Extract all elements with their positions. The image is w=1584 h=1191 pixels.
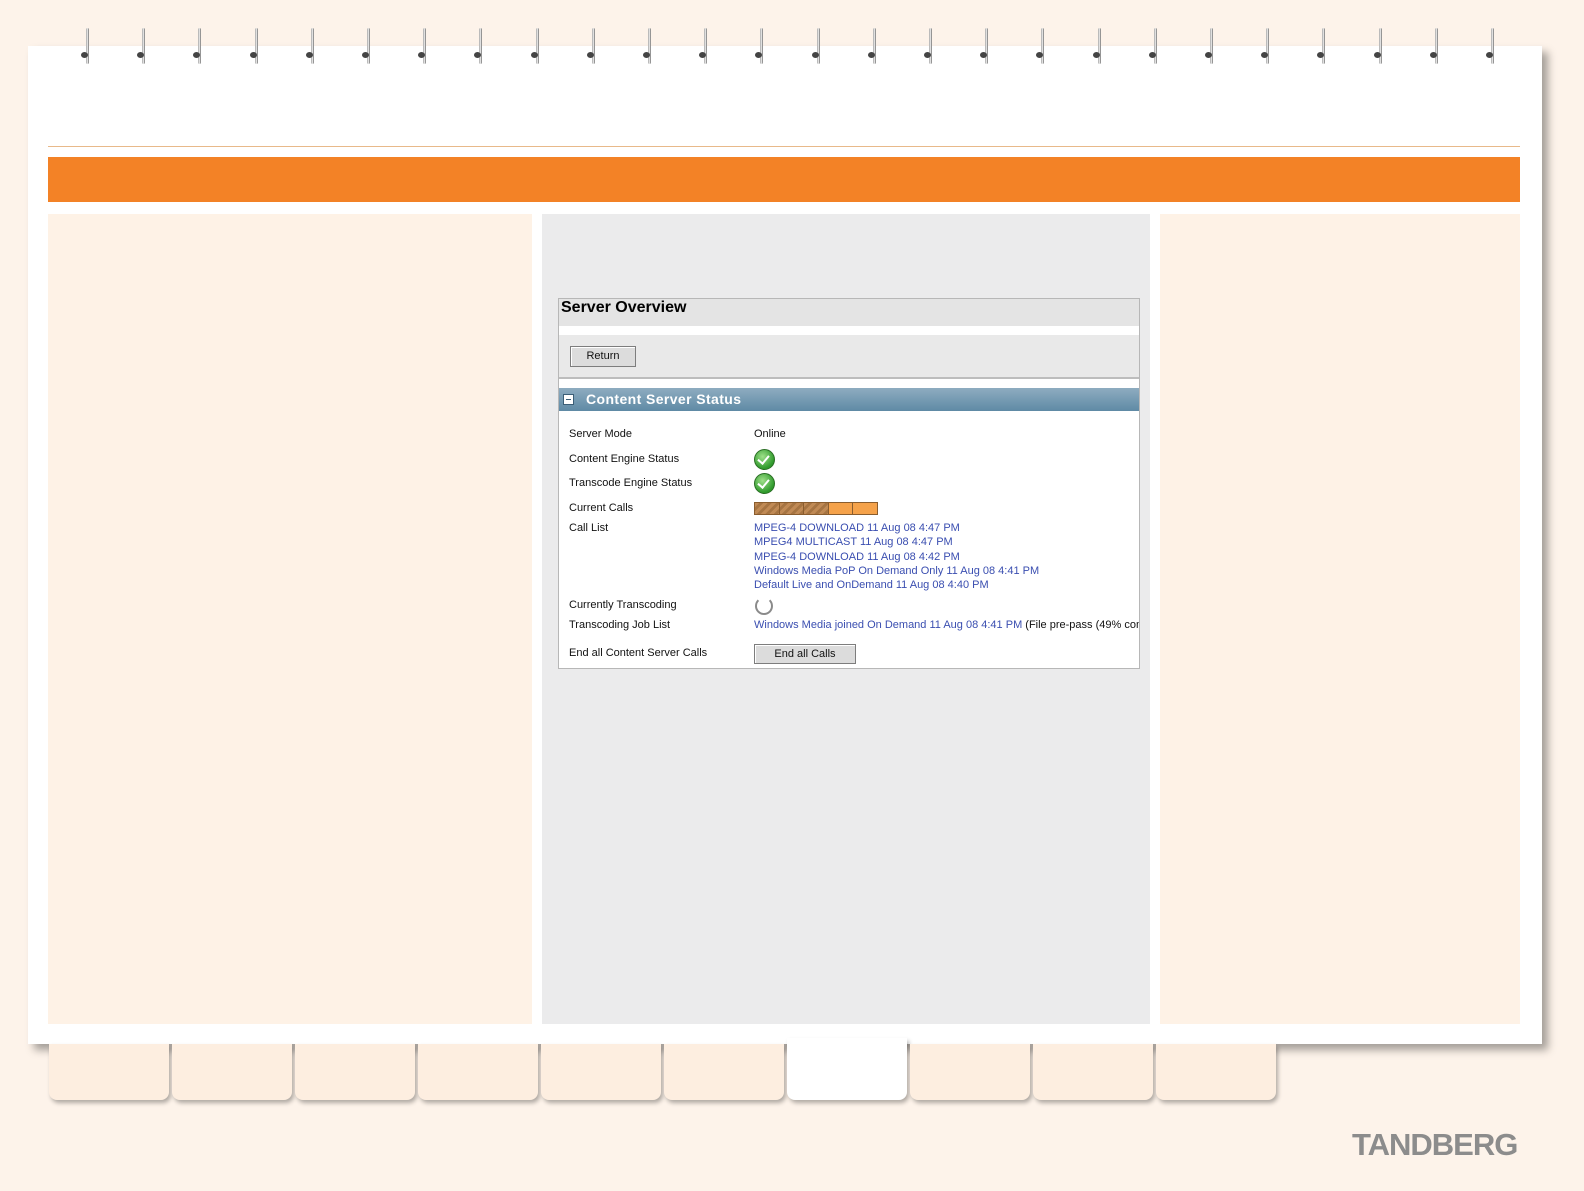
transcoding-job-link[interactable]: Windows Media joined On Demand 11 Aug 08… [754, 619, 1022, 631]
section-tab[interactable] [1156, 1044, 1276, 1100]
brand-logo: TANDBERG [1352, 1127, 1518, 1162]
section-tab[interactable] [541, 1044, 661, 1100]
binding-ring [418, 28, 429, 68]
binding-ring [699, 28, 710, 68]
binding-ring [643, 28, 654, 68]
binding-ring [305, 28, 317, 68]
current-calls-label: Current Calls [569, 502, 634, 514]
section-tab[interactable] [664, 1044, 784, 1100]
binding-ring [81, 28, 92, 68]
section-tab[interactable] [910, 1044, 1030, 1100]
left-column [48, 214, 532, 1024]
return-button[interactable]: Return [570, 346, 636, 367]
binding-ring [137, 28, 148, 68]
server-mode-value: Online [754, 428, 786, 440]
binding-ring [1148, 28, 1160, 68]
transcoding-job: Windows Media joined On Demand 11 Aug 08… [754, 619, 1140, 631]
section-tab[interactable] [418, 1044, 538, 1100]
currently-transcoding-label: Currently Transcoding [569, 599, 677, 611]
check-icon [754, 449, 775, 470]
right-column [1160, 214, 1520, 1024]
binding-ring [193, 28, 204, 68]
binding-ring [867, 28, 879, 68]
calls-meter-segment [828, 503, 854, 514]
section-tab[interactable] [49, 1044, 169, 1100]
binding-ring [586, 28, 598, 68]
binding-ring [1486, 28, 1497, 68]
binding-ring [811, 28, 823, 68]
content-engine-label: Content Engine Status [569, 453, 680, 465]
call-list-label: Call List [569, 522, 609, 534]
binding-ring [980, 28, 991, 68]
binding-ring [924, 28, 935, 68]
binding-ring [1429, 28, 1441, 68]
calls-meter-segment [804, 503, 829, 514]
page-title: Server Overview [559, 299, 1139, 326]
binding-ring [1205, 28, 1216, 68]
binding-ring [1373, 28, 1385, 68]
call-list-item[interactable]: MPEG-4 DOWNLOAD 11 Aug 08 4:47 PM [754, 522, 960, 534]
header-divider [48, 146, 1520, 147]
call-list-item[interactable]: MPEG-4 DOWNLOAD 11 Aug 08 4:42 PM [754, 551, 960, 563]
call-list-item[interactable]: MPEG4 MULTICAST 11 Aug 08 4:47 PM [754, 536, 953, 548]
binding-ring [249, 28, 261, 68]
call-list-item[interactable]: Windows Media PoP On Demand Only 11 Aug … [754, 565, 1039, 577]
binding-ring [1317, 28, 1328, 68]
binding-ring [474, 28, 485, 68]
server-overview-panel: Server Overview Return Content Server St… [558, 298, 1140, 669]
calls-meter-segment [755, 503, 780, 514]
section-tab[interactable] [172, 1044, 292, 1100]
orange-title-bar [48, 157, 1520, 202]
collapse-icon[interactable] [563, 394, 574, 405]
end-all-label: End all Content Server Calls [569, 647, 708, 659]
call-list-item[interactable]: Default Live and OnDemand 11 Aug 08 4:40… [754, 579, 989, 591]
binding-ring [1036, 28, 1047, 68]
section-tab[interactable] [787, 1038, 907, 1100]
section-header[interactable]: Content Server Status [559, 388, 1139, 411]
check-icon [754, 473, 775, 494]
binding-ring [1092, 28, 1104, 68]
calls-meter-segment [779, 503, 805, 514]
spinner-icon [755, 597, 773, 615]
transcoding-job-status: (File pre-pass (49% com [1022, 619, 1140, 631]
toolbar: Return [559, 335, 1139, 379]
binding-ring [1261, 28, 1272, 68]
binding-ring [362, 28, 373, 68]
transcoding-job-list-label: Transcoding Job List [569, 619, 671, 631]
binding-ring [530, 28, 542, 68]
server-mode-label: Server Mode [569, 428, 632, 440]
current-calls-meter [754, 502, 878, 515]
transcode-engine-label: Transcode Engine Status [569, 477, 693, 489]
section-tab[interactable] [295, 1044, 415, 1100]
calls-meter-segment [853, 503, 877, 514]
section-tab[interactable] [1033, 1044, 1153, 1100]
section-title: Content Server Status [586, 391, 742, 407]
end-all-calls-button[interactable]: End all Calls [754, 644, 856, 664]
binding-ring [755, 28, 766, 68]
